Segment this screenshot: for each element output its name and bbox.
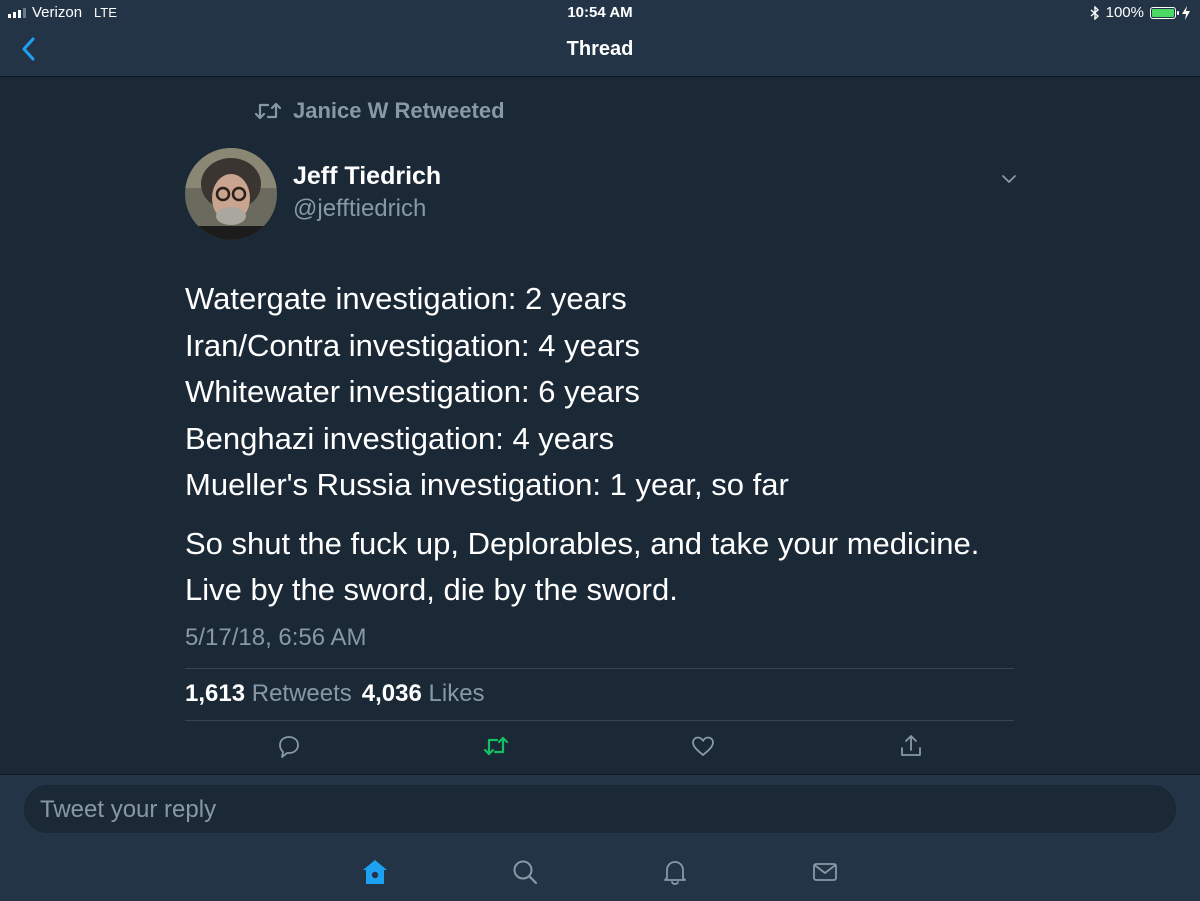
retweet-icon: [255, 102, 281, 120]
likes-count: 4,036: [361, 680, 422, 707]
messages-icon[interactable]: [811, 858, 839, 886]
tweet-line: Mueller's Russia investigation: 1 year, …: [185, 467, 789, 502]
status-bar-right: 100%: [1090, 4, 1190, 21]
reply-placeholder: Tweet your reply: [40, 796, 217, 823]
battery-percentage: 100%: [1105, 4, 1144, 21]
retweets-count: 1,613: [185, 680, 246, 707]
battery-icon: [1150, 6, 1179, 19]
navigation-bar: Thread: [0, 24, 1200, 77]
divider: [185, 720, 1014, 721]
reply-icon[interactable]: [276, 733, 302, 759]
avatar-image: [185, 148, 277, 240]
charging-icon: [1182, 5, 1190, 20]
author-name[interactable]: Jeff Tiedrich: [293, 162, 441, 191]
tweet-line: Watergate investigation: 2 years: [185, 281, 627, 316]
avatar[interactable]: [185, 148, 277, 240]
bluetooth-icon: [1090, 5, 1099, 20]
retweet-context[interactable]: Janice W Retweeted: [255, 98, 505, 124]
tweet-line: Live by the sword, die by the sword.: [185, 572, 678, 607]
retweets-label: Retweets: [251, 680, 352, 707]
tweet-line: Iran/Contra investigation: 4 years: [185, 327, 640, 363]
tweet-text: Watergate investigation: 2 years Iran/Co…: [185, 276, 1085, 614]
search-icon[interactable]: [511, 858, 539, 886]
status-bar: Verizon LTE 10:54 AM 100%: [0, 0, 1200, 24]
reply-input[interactable]: Tweet your reply: [24, 785, 1176, 833]
tweet-paragraph-2: So shut the fuck up, Deplorables, and ta…: [185, 521, 1085, 614]
tweet-stats: 1,613 Retweets 4,036 Likes: [185, 680, 485, 708]
tweet-line: Whitewater investigation: 6 years: [185, 374, 640, 409]
notifications-icon[interactable]: [661, 858, 689, 886]
retweets-stat[interactable]: 1,613 Retweets: [185, 680, 352, 708]
author-handle[interactable]: @jefftiedrich: [293, 195, 426, 223]
retweeted-by-label: Janice W Retweeted: [293, 98, 505, 123]
clock: 10:54 AM: [567, 4, 633, 21]
like-icon[interactable]: [690, 733, 716, 759]
tweet-line: So shut the fuck up, Deplorables, and ta…: [185, 525, 980, 561]
likes-label: Likes: [428, 680, 485, 707]
page-title: Thread: [566, 38, 634, 60]
home-icon[interactable]: [361, 858, 389, 886]
bottom-bar: Tweet your reply: [0, 774, 1200, 901]
tweet-line: Benghazi investigation: 4 years: [185, 420, 615, 456]
likes-stat[interactable]: 4,036 Likes: [362, 680, 485, 708]
divider: [185, 668, 1014, 669]
tweet-paragraph-1: Watergate investigation: 2 years Iran/Co…: [185, 276, 1085, 509]
tweet-timestamp: 5/17/18, 6:56 AM: [185, 624, 367, 651]
battery-level: [1152, 8, 1174, 17]
share-icon[interactable]: [898, 733, 924, 759]
retweet-icon[interactable]: [483, 733, 509, 759]
chevron-down-icon[interactable]: [1000, 172, 1018, 186]
